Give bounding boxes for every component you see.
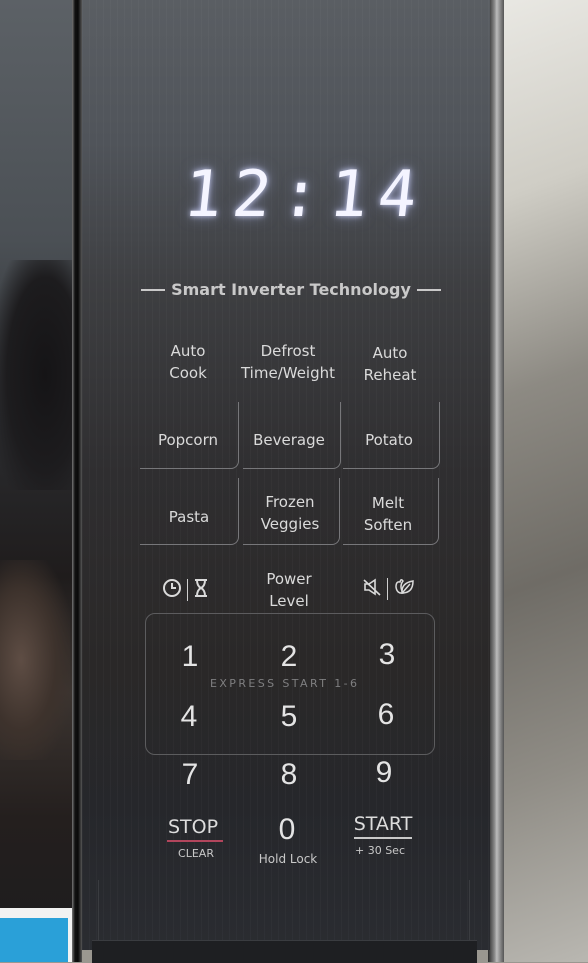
- melt-soften-line2: Soften: [363, 516, 413, 534]
- power-level-line1: Power: [266, 570, 312, 588]
- digit-3-button[interactable]: 3: [379, 638, 396, 672]
- wall-background: [500, 0, 588, 962]
- melt-soften-line1: Melt: [371, 494, 405, 512]
- stop-button[interactable]: STOP: [168, 816, 218, 838]
- panel-inner-frame: [98, 880, 470, 941]
- digit-2-button[interactable]: 2: [281, 640, 298, 674]
- icon-separator: [187, 579, 188, 601]
- cabinet-edge: [488, 0, 504, 962]
- digit-0-button[interactable]: 0: [279, 813, 296, 847]
- control-panel: [82, 0, 490, 950]
- beverage-label: Beverage: [253, 431, 325, 449]
- popcorn-label: Popcorn: [157, 431, 219, 449]
- digit-7-button[interactable]: 7: [182, 758, 199, 792]
- mute-sound-icon: [362, 577, 382, 601]
- digit-4-button[interactable]: 4: [181, 700, 198, 734]
- pasta-button[interactable]: Pasta: [169, 506, 209, 528]
- hold-lock-label: Hold Lock: [258, 852, 318, 866]
- melt-soften-button[interactable]: Melt Soften: [364, 492, 412, 536]
- clock-icon: [162, 578, 182, 602]
- start-button[interactable]: START: [354, 813, 413, 835]
- auto-reheat-line2: Reheat: [363, 366, 417, 384]
- express-start-label: EXPRESS START 1-6: [210, 677, 360, 690]
- blue-sticker: [0, 908, 80, 962]
- icon-separator: [387, 578, 388, 600]
- auto-reheat-button[interactable]: Auto Reheat: [364, 342, 417, 386]
- pasta-label: Pasta: [168, 508, 210, 526]
- stop-underline: [167, 840, 223, 842]
- frozen-veggies-button[interactable]: Frozen Veggies: [261, 491, 320, 535]
- digit-9-button[interactable]: 9: [376, 756, 393, 790]
- reflection-head: [0, 260, 75, 490]
- eco-leaf-icon: [393, 577, 415, 601]
- tagline-text: Smart Inverter Technology: [171, 280, 411, 299]
- digit-8-button[interactable]: 8: [281, 758, 298, 792]
- clear-label: CLEAR: [178, 847, 214, 860]
- power-level-button[interactable]: Power Level: [266, 568, 311, 612]
- digit-5-button[interactable]: 5: [281, 700, 298, 734]
- sticker-blue-area: [0, 918, 68, 962]
- tagline-dash-right: [416, 288, 441, 291]
- clock-readout: 12:14: [179, 158, 431, 232]
- power-level-line2: Level: [269, 592, 309, 610]
- defrost-button[interactable]: Defrost Time/Weight: [241, 340, 335, 384]
- beverage-button[interactable]: Beverage: [253, 429, 325, 451]
- panel-bottom-trim: [92, 940, 477, 963]
- frozen-veggies-line1: Frozen: [265, 493, 315, 511]
- popcorn-button[interactable]: Popcorn: [158, 429, 218, 451]
- defrost-line2: Time/Weight: [240, 364, 336, 382]
- reflection-hand: [0, 560, 70, 760]
- start-underline: [354, 837, 412, 839]
- plus-30-sec-label: + 30 Sec: [354, 844, 406, 857]
- auto-cook-line2: Cook: [169, 364, 207, 382]
- mute-eco-button[interactable]: [362, 577, 415, 601]
- tagline-dash-left: [141, 288, 166, 291]
- auto-cook-button[interactable]: Auto Cook: [169, 340, 207, 384]
- clock-timer-button[interactable]: [162, 578, 209, 602]
- digit-6-button[interactable]: 6: [378, 698, 395, 732]
- defrost-line1: Defrost: [260, 342, 316, 360]
- led-display: 12:14: [180, 158, 430, 232]
- auto-reheat-line1: Auto: [372, 344, 408, 362]
- door-gap: [72, 0, 82, 962]
- auto-cook-line1: Auto: [170, 342, 206, 360]
- potato-button[interactable]: Potato: [365, 429, 413, 451]
- digit-1-button[interactable]: 1: [182, 640, 199, 674]
- potato-label: Potato: [365, 431, 413, 449]
- frozen-veggies-line2: Veggies: [260, 515, 320, 533]
- hourglass-timer-icon: [193, 578, 209, 602]
- brand-tagline: Smart Inverter Technology: [138, 280, 444, 299]
